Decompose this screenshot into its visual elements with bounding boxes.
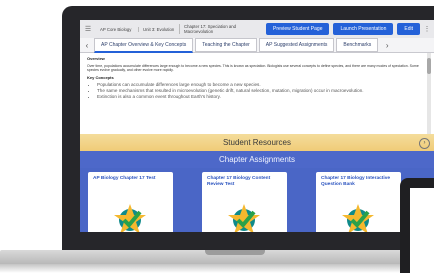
- student-resources-bar[interactable]: Student Resources ›: [80, 134, 434, 151]
- assignment-card[interactable]: AP Biology Chapter 17 Test: [88, 172, 173, 232]
- tab-overview[interactable]: AP Chapter Overview & Key Concepts: [94, 37, 194, 53]
- assignment-cards: AP Biology Chapter 17 Test Chapter 17 Bi…: [80, 168, 434, 232]
- breadcrumb-unit[interactable]: Unit 3: Evolution: [138, 26, 179, 32]
- laptop-shadow: [0, 264, 434, 273]
- top-toolbar: ☰ AP Core Biology Unit 3: Evolution Chap…: [80, 20, 434, 38]
- scrollbar-thumb[interactable]: [427, 58, 431, 74]
- overview-panel: Overview Over time, populations accumula…: [80, 53, 426, 134]
- overview-text: Over time, populations accumulate differ…: [87, 63, 419, 73]
- launch-presentation-button[interactable]: Launch Presentation: [333, 23, 394, 35]
- chevron-right-icon[interactable]: ›: [380, 41, 394, 50]
- chapter-assignments-header: Chapter Assignments: [80, 151, 434, 168]
- chapter-assignments-title: Chapter Assignments: [218, 155, 296, 164]
- preview-student-page-button[interactable]: Preview Student Page: [266, 23, 330, 35]
- breadcrumb-course[interactable]: AP Core Biology: [96, 27, 138, 32]
- edit-button[interactable]: Edit: [397, 23, 420, 35]
- assignment-card[interactable]: Chapter 17 Biology Content Review Test: [202, 172, 287, 232]
- tab-benchmarks[interactable]: Benchmarks: [336, 38, 379, 52]
- assignment-card-title: Chapter 17 Biology Interactive Question …: [321, 176, 391, 187]
- star-award-icon: [228, 204, 260, 232]
- key-concepts-list: Populations can accumulate differences l…: [87, 82, 419, 99]
- assignment-card[interactable]: Chapter 17 Biology Interactive Question …: [316, 172, 401, 232]
- menu-icon[interactable]: ☰: [80, 25, 96, 33]
- overview-heading: Overview: [87, 56, 105, 61]
- more-options-icon[interactable]: ⋮: [420, 25, 434, 33]
- laptop-notch: [205, 250, 265, 255]
- key-concepts-heading: Key Concepts: [87, 74, 114, 80]
- key-concept-item: Extinction is also a common event throug…: [97, 94, 419, 100]
- breadcrumb-chapter[interactable]: Chapter 17: Speciation and Macroevolutio…: [179, 24, 260, 34]
- tab-teaching[interactable]: Teaching the Chapter: [195, 38, 257, 52]
- app-screen: ☰ AP Core Biology Unit 3: Evolution Chap…: [80, 20, 434, 232]
- student-resources-label: Student Resources: [222, 138, 292, 147]
- chevron-right-circle-icon[interactable]: ›: [419, 138, 430, 149]
- assignment-card-title: AP Biology Chapter 17 Test: [93, 176, 156, 181]
- assignment-card-title: Chapter 17 Biology Content Review Test: [207, 176, 271, 187]
- star-award-icon: [114, 204, 146, 232]
- chapter-tabs: ‹ AP Chapter Overview & Key Concepts Tea…: [80, 37, 434, 53]
- chevron-left-icon[interactable]: ‹: [80, 41, 94, 50]
- tablet-screen: [410, 188, 434, 273]
- tab-assignments[interactable]: AP Suggested Assignments: [258, 38, 335, 52]
- star-award-icon: [342, 204, 374, 232]
